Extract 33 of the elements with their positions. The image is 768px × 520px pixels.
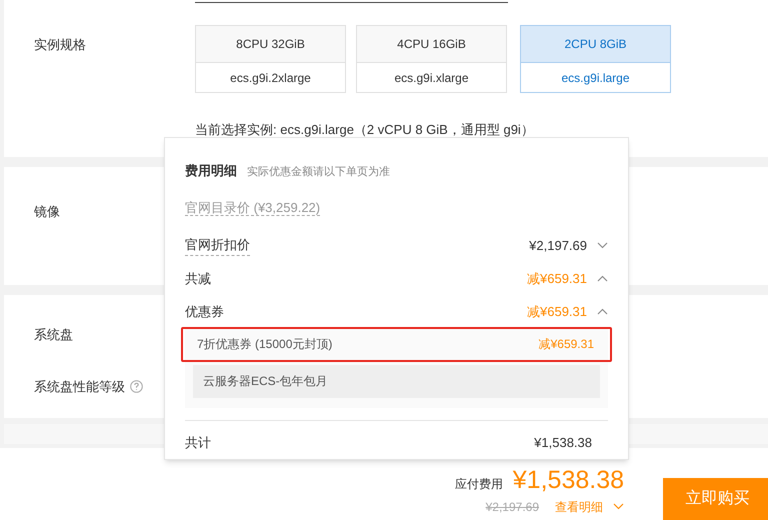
original-price: ¥2,197.69 xyxy=(486,498,539,516)
cost-row-amount: 减¥659.31 xyxy=(527,302,587,321)
instance-option[interactable]: 4CPU 16GiB ecs.g9i.xlarge xyxy=(356,25,507,93)
chevron-icon[interactable] xyxy=(597,275,608,282)
coupon-scope: 云服务器ECS-包年包月 xyxy=(193,364,600,398)
disk-performance-label: 系统盘性能等级 xyxy=(34,378,125,396)
spec-label: 实例规格 xyxy=(33,36,87,54)
payable-label: 应付费用 xyxy=(454,476,503,493)
total-label: 共计 xyxy=(185,434,211,452)
cpu-label: 8CPU 32GiB xyxy=(196,26,345,63)
chevron-icon[interactable] xyxy=(597,242,608,249)
system-disk-label: 系统盘 xyxy=(34,326,73,344)
cost-row-amount: ¥2,197.69 xyxy=(529,236,587,255)
cost-row-label: 优惠券 xyxy=(185,302,224,321)
popup-title: 费用明细 xyxy=(185,162,237,180)
image-label: 镜像 xyxy=(34,204,60,219)
cost-row-label: 官网折扣价 xyxy=(185,235,250,256)
list-price: 官网目录价 (¥3,259.22) xyxy=(185,200,320,216)
current-instance-text: 当前选择实例: ecs.g9i.large（2 vCPU 8 GiB，通用型 g9i） xyxy=(195,121,535,139)
cost-row-amount: 减¥659.31 xyxy=(527,270,587,288)
help-icon[interactable] xyxy=(130,380,143,393)
instance-option[interactable]: 8CPU 32GiB ecs.g9i.2xlarge xyxy=(195,25,346,93)
cost-row-label: 共减 xyxy=(185,270,211,288)
cpu-label: 4CPU 16GiB xyxy=(357,26,506,63)
total-amount: ¥1,538.38 xyxy=(534,434,592,452)
total-price: ¥1,538.38 xyxy=(512,465,624,496)
chevron-icon[interactable] xyxy=(597,308,608,315)
cpu-label: 2CPU 8GiB xyxy=(521,26,670,63)
chevron-icon[interactable] xyxy=(613,503,624,510)
coupon-name: 7折优惠券 (15000元封顶) xyxy=(197,336,332,353)
popup-note: 实际优惠金额请以下单页为准 xyxy=(247,164,390,180)
coupon-amount: 减¥659.31 xyxy=(538,336,594,353)
instance-option[interactable]: 2CPU 8GiB ecs.g9i.large xyxy=(520,25,671,93)
